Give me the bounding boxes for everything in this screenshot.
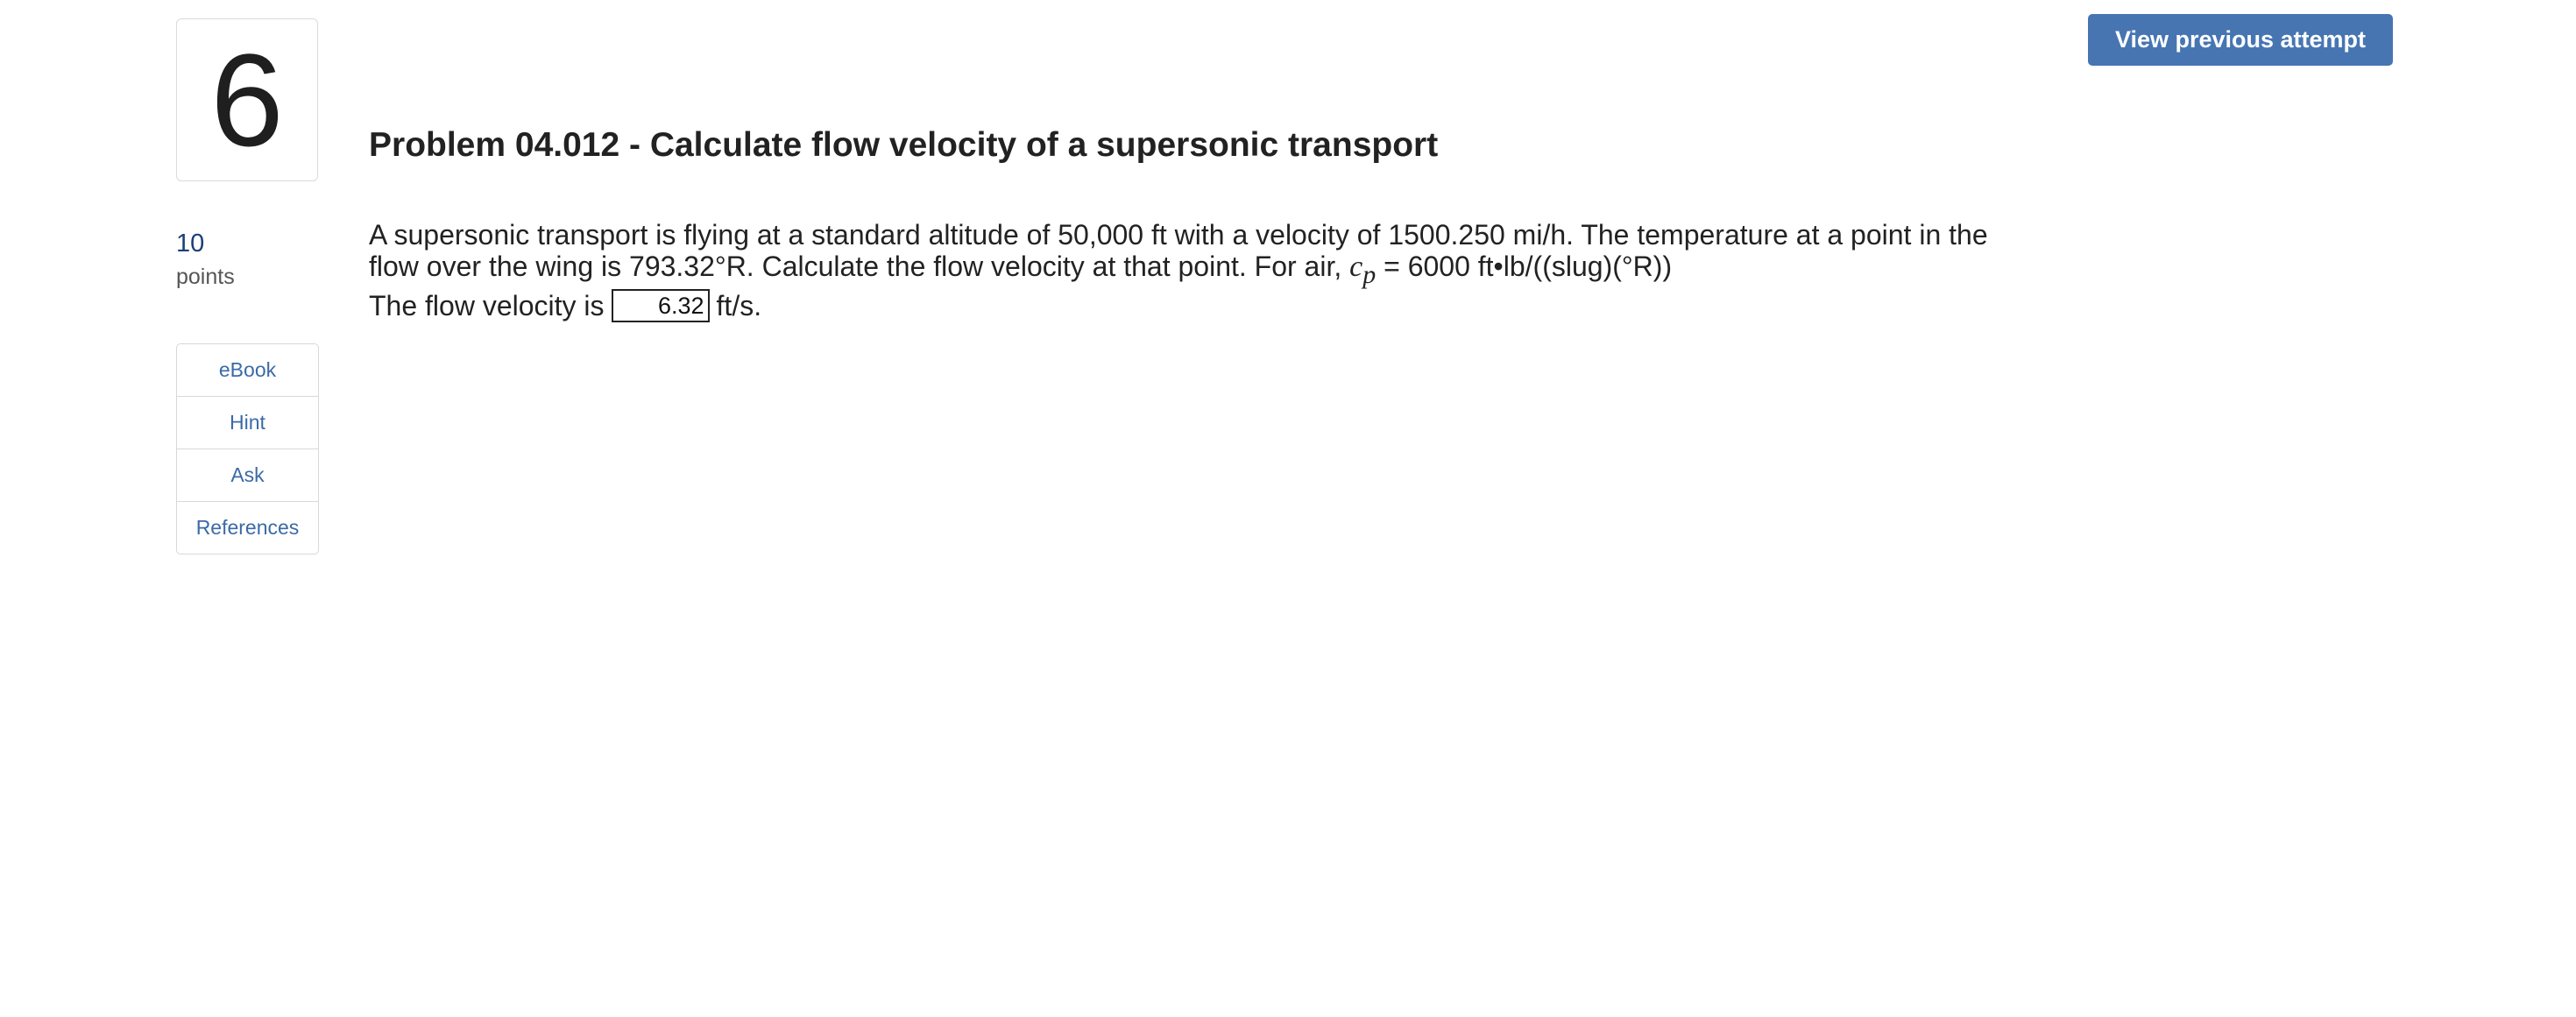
flow-velocity-input[interactable] (611, 289, 710, 322)
view-previous-attempt-button[interactable]: View previous attempt (2088, 14, 2393, 66)
cp-subscript: p (1362, 260, 1376, 289)
question-number: 6 (210, 26, 284, 173)
question-text: A supersonic transport is flying at a st… (369, 219, 2016, 291)
question-text-part2: = 6000 ft•lb/((slug)(°R)) (1376, 251, 1673, 282)
question-number-box: 6 (176, 18, 318, 181)
ask-link[interactable]: Ask (177, 448, 318, 501)
hint-link[interactable]: Hint (177, 396, 318, 448)
question-text-part1: A supersonic transport is flying at a st… (369, 219, 1988, 282)
points-value: 10 (176, 230, 205, 258)
problem-title: Problem 04.012 - Calculate flow velocity… (369, 126, 1439, 164)
ebook-link[interactable]: eBook (177, 344, 318, 396)
answer-line: The flow velocity is ft/s. (369, 289, 761, 322)
cp-symbol: cp (1349, 251, 1376, 290)
answer-unit: ft/s. (716, 289, 762, 321)
question-tools-menu: eBook Hint Ask References (176, 343, 319, 554)
answer-prefix: The flow velocity is (369, 289, 605, 321)
points-label: points (176, 265, 235, 289)
references-link[interactable]: References (177, 501, 318, 554)
